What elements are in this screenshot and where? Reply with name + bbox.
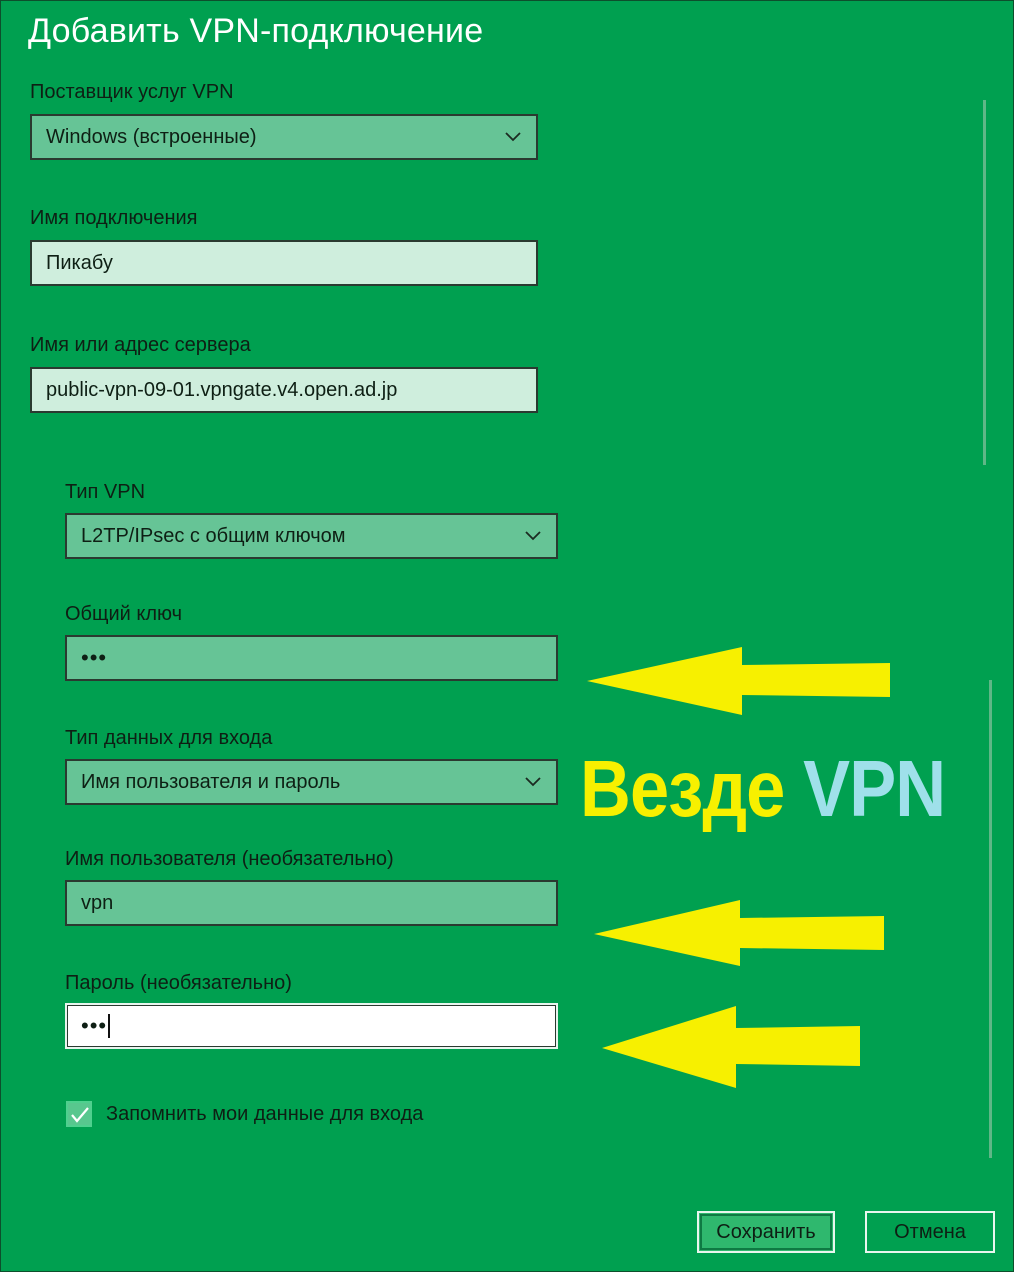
provider-label: Поставщик услуг VPN xyxy=(30,81,234,103)
username-label: Имя пользователя (необязательно) xyxy=(65,848,394,870)
cancel-button[interactable]: Отмена xyxy=(865,1211,995,1253)
save-button[interactable]: Сохранить xyxy=(697,1211,835,1253)
vpn-type-label: Тип VPN xyxy=(65,481,146,503)
chevron-down-icon xyxy=(525,531,541,541)
remember-checkbox[interactable] xyxy=(66,1101,92,1127)
slogan-word-1: Везде xyxy=(580,744,785,833)
checkmark-icon xyxy=(71,1107,89,1123)
signin-type-select[interactable]: Имя пользователя и пароль xyxy=(65,759,558,805)
password-label: Пароль (необязательно) xyxy=(65,972,292,994)
server-value: public-vpn-09-01.vpngate.v4.open.ad.jp xyxy=(46,378,398,401)
signin-type-value: Имя пользователя и пароль xyxy=(81,770,341,793)
scrollbar-upper[interactable] xyxy=(983,100,986,465)
connection-name-input[interactable]: Пикабу xyxy=(30,240,538,286)
shared-key-input[interactable]: ••• xyxy=(65,635,558,681)
username-value: vpn xyxy=(81,891,114,914)
password-value: ••• xyxy=(81,1013,108,1038)
vpn-type-value: L2TP/IPsec с общим ключом xyxy=(81,524,346,547)
arrow-left-icon xyxy=(587,647,890,715)
dialog-title: Добавить VPN-подключение xyxy=(28,12,484,50)
shared-key-value: ••• xyxy=(81,645,108,670)
arrow-left-icon xyxy=(594,900,884,966)
connection-name-label: Имя подключения xyxy=(30,207,198,229)
vpn-type-select[interactable]: L2TP/IPsec с общим ключом xyxy=(65,513,558,559)
arrow-left-icon xyxy=(602,1006,860,1088)
chevron-down-icon xyxy=(505,132,521,142)
signin-type-label: Тип данных для входа xyxy=(65,727,273,749)
text-caret xyxy=(108,1014,111,1038)
remember-label: Запомнить мои данные для входа xyxy=(106,1103,424,1125)
shared-key-label: Общий ключ xyxy=(65,603,182,625)
slogan-text: Везде VPN xyxy=(580,743,946,835)
server-input[interactable]: public-vpn-09-01.vpngate.v4.open.ad.jp xyxy=(30,367,538,413)
password-input[interactable]: ••• xyxy=(65,1003,558,1049)
server-label: Имя или адрес сервера xyxy=(30,334,251,356)
connection-name-value: Пикабу xyxy=(46,251,113,274)
username-input[interactable]: vpn xyxy=(65,880,558,926)
scrollbar-lower[interactable] xyxy=(989,680,992,1158)
slogan-word-2: VPN xyxy=(803,744,946,833)
provider-value: Windows (встроенные) xyxy=(46,125,257,148)
provider-select[interactable]: Windows (встроенные) xyxy=(30,114,538,160)
chevron-down-icon xyxy=(525,777,541,787)
